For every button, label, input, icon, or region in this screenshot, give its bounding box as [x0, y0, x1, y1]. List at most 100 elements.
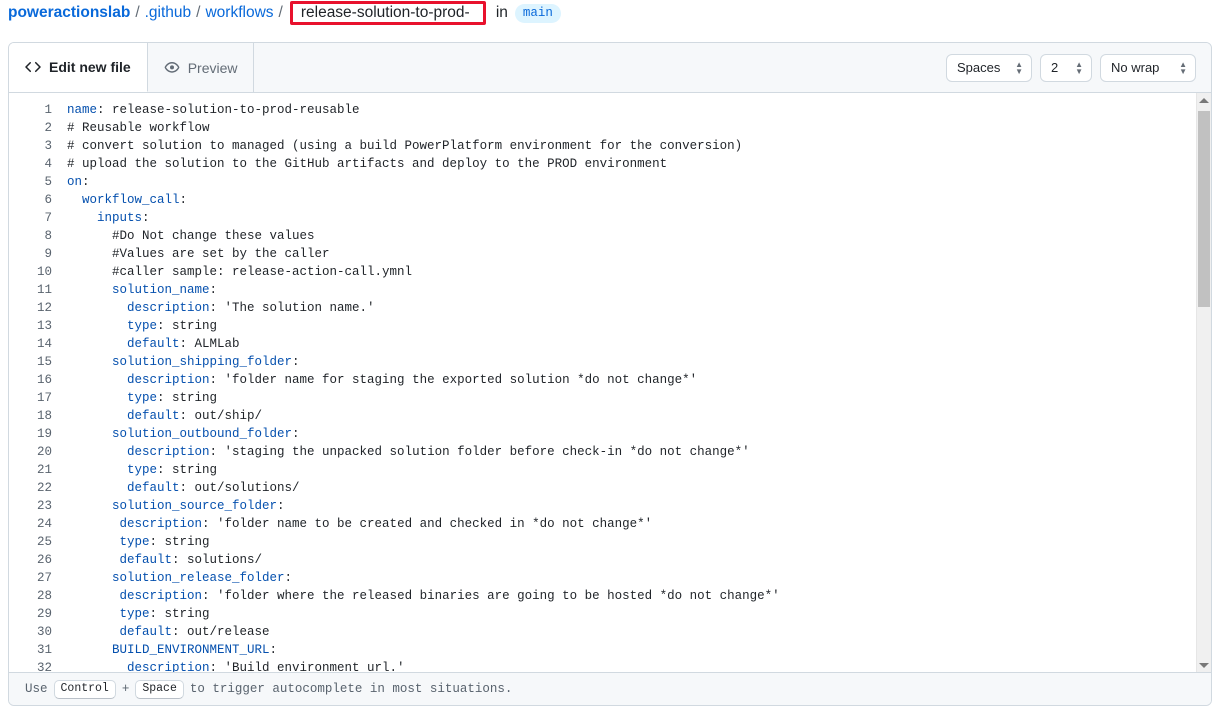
- footer-suffix: to trigger autocomplete in most situatio…: [190, 682, 513, 696]
- line-number: 19: [9, 425, 52, 443]
- code-line: BUILD_ENVIRONMENT_URL:: [67, 641, 1196, 659]
- chevron-updown-icon: ▲▼: [1015, 61, 1023, 75]
- breadcrumb-separator: /: [135, 4, 139, 22]
- line-number: 20: [9, 443, 52, 461]
- toolbar-controls: Spaces ▲▼ 2 ▲▼ No wrap ▲▼: [946, 43, 1211, 92]
- line-number: 27: [9, 569, 52, 587]
- code-line: description: 'folder where the released …: [67, 587, 1196, 605]
- code-line: description: 'Build environment url.': [67, 659, 1196, 672]
- breadcrumb-separator: /: [279, 4, 283, 22]
- line-number: 4: [9, 155, 52, 173]
- code-region: 1234567891011121314151617181920212223242…: [9, 93, 1211, 672]
- wrap-mode-select[interactable]: No wrap ▲▼: [1100, 54, 1196, 82]
- line-number: 2: [9, 119, 52, 137]
- scroll-down-arrow-icon[interactable]: [1197, 658, 1211, 672]
- line-number: 8: [9, 227, 52, 245]
- line-number: 6: [9, 191, 52, 209]
- breadcrumb-path-github[interactable]: .github: [145, 4, 192, 22]
- footer-plus: +: [122, 682, 130, 696]
- line-number: 25: [9, 533, 52, 551]
- editor-footer-hint: Use Control + Space to trigger autocompl…: [9, 672, 1211, 705]
- code-line: type: string: [67, 317, 1196, 335]
- code-line: type: string: [67, 461, 1196, 479]
- line-number: 10: [9, 263, 52, 281]
- line-number: 23: [9, 497, 52, 515]
- wrap-mode-value: No wrap: [1111, 60, 1159, 75]
- breadcrumb-repo-link[interactable]: poweractionslab: [8, 4, 130, 22]
- breadcrumb-in-label: in: [496, 4, 508, 22]
- line-number: 9: [9, 245, 52, 263]
- code-line: type: string: [67, 605, 1196, 623]
- line-number: 24: [9, 515, 52, 533]
- code-line: default: out/ship/: [67, 407, 1196, 425]
- code-line: #Values are set by the caller: [67, 245, 1196, 263]
- chevron-updown-icon: ▲▼: [1179, 61, 1187, 75]
- line-number: 3: [9, 137, 52, 155]
- code-line: on:: [67, 173, 1196, 191]
- code-line: name: release-solution-to-prod-reusable: [67, 101, 1196, 119]
- code-line: default: out/release: [67, 623, 1196, 641]
- code-line: description: 'folder name for staging th…: [67, 371, 1196, 389]
- code-editor-textarea[interactable]: name: release-solution-to-prod-reusable #…: [61, 101, 1196, 672]
- line-number: 28: [9, 587, 52, 605]
- branch-badge: main: [515, 4, 561, 23]
- line-number: 26: [9, 551, 52, 569]
- line-number: 14: [9, 335, 52, 353]
- line-number-gutter: 1234567891011121314151617181920212223242…: [9, 101, 61, 672]
- code-line: description: 'The solution name.': [67, 299, 1196, 317]
- code-icon: [25, 59, 41, 75]
- code-line: # convert solution to managed (using a b…: [67, 137, 1196, 155]
- code-line: workflow_call:: [67, 191, 1196, 209]
- code-line: default: ALMLab: [67, 335, 1196, 353]
- indent-size-select[interactable]: 2 ▲▼: [1040, 54, 1092, 82]
- eye-icon: [164, 60, 180, 76]
- code-line: solution_outbound_folder:: [67, 425, 1196, 443]
- vertical-scrollbar-thumb[interactable]: [1198, 111, 1210, 307]
- line-number: 22: [9, 479, 52, 497]
- indent-mode-select[interactable]: Spaces ▲▼: [946, 54, 1032, 82]
- code-line: solution_name:: [67, 281, 1196, 299]
- editor-card: Edit new file Preview Spaces ▲▼ 2 ▲▼ No …: [8, 42, 1212, 706]
- tab-preview-label: Preview: [188, 60, 238, 76]
- code-line: default: solutions/: [67, 551, 1196, 569]
- line-number: 32: [9, 659, 52, 672]
- breadcrumb-path-workflows[interactable]: workflows: [205, 4, 273, 22]
- footer-prefix: Use: [25, 682, 48, 696]
- tab-edit-new-file-label: Edit new file: [49, 59, 131, 75]
- line-number: 21: [9, 461, 52, 479]
- code-line: solution_release_folder:: [67, 569, 1196, 587]
- line-number: 15: [9, 353, 52, 371]
- breadcrumb: poweractionslab / .github / workflows / …: [0, 0, 1220, 26]
- line-number: 12: [9, 299, 52, 317]
- kbd-space: Space: [135, 680, 184, 699]
- filename-field-wrapper[interactable]: [290, 1, 486, 25]
- line-number: 30: [9, 623, 52, 641]
- editor-toolbar: Edit new file Preview Spaces ▲▼ 2 ▲▼ No …: [9, 43, 1211, 93]
- breadcrumb-separator: /: [196, 4, 200, 22]
- code-line: description: 'folder name to be created …: [67, 515, 1196, 533]
- tab-preview[interactable]: Preview: [148, 43, 255, 92]
- code-line: description: 'staging the unpacked solut…: [67, 443, 1196, 461]
- filename-highlight-box: [290, 1, 486, 25]
- line-number: 29: [9, 605, 52, 623]
- scroll-up-arrow-icon[interactable]: [1197, 93, 1211, 107]
- code-line: inputs:: [67, 209, 1196, 227]
- line-number: 17: [9, 389, 52, 407]
- code-line: #Do Not change these values: [67, 227, 1196, 245]
- line-number: 31: [9, 641, 52, 659]
- code-line: type: string: [67, 533, 1196, 551]
- line-number: 5: [9, 173, 52, 191]
- code-scroll-area[interactable]: 1234567891011121314151617181920212223242…: [9, 93, 1196, 672]
- line-number: 1: [9, 101, 52, 119]
- line-number: 7: [9, 209, 52, 227]
- indent-mode-value: Spaces: [957, 60, 1000, 75]
- tab-edit-new-file[interactable]: Edit new file: [9, 43, 148, 92]
- filename-input[interactable]: [301, 4, 475, 22]
- code-line: type: string: [67, 389, 1196, 407]
- chevron-updown-icon: ▲▼: [1075, 61, 1083, 75]
- code-line: # upload the solution to the GitHub arti…: [67, 155, 1196, 173]
- line-number: 18: [9, 407, 52, 425]
- vertical-scrollbar[interactable]: [1196, 93, 1211, 672]
- code-line: solution_shipping_folder:: [67, 353, 1196, 371]
- line-number: 13: [9, 317, 52, 335]
